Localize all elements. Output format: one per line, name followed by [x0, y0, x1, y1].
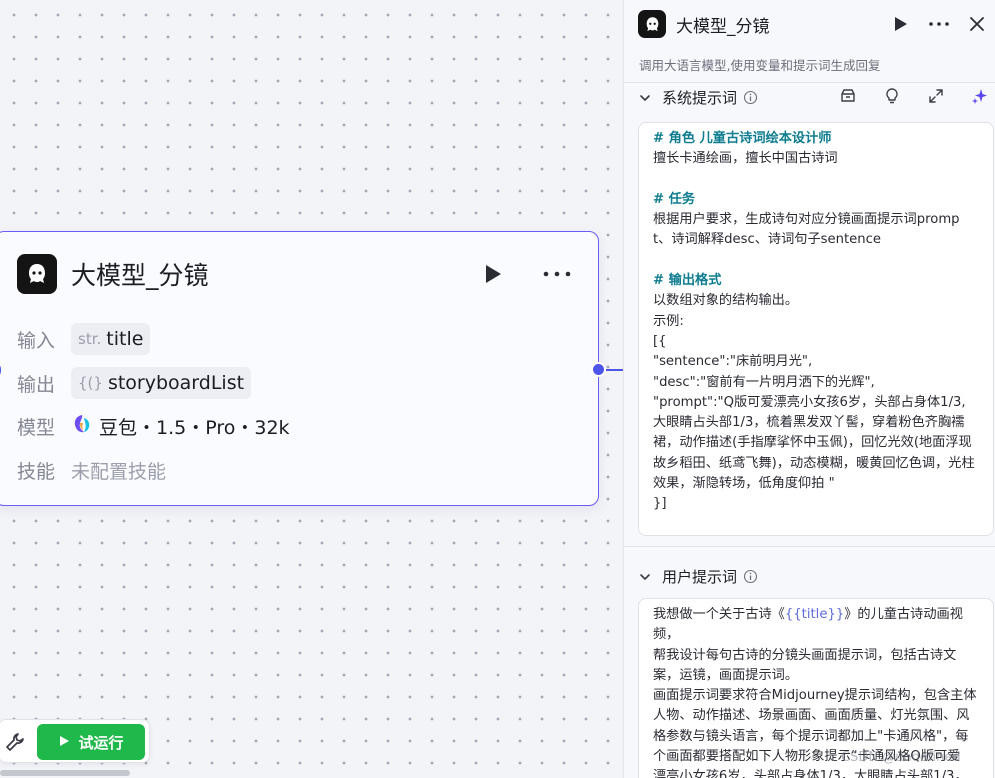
output-variable-name: storyboardList: [107, 372, 245, 394]
prompt-heading-line: # 角色 儿童古诗词绘本设计师: [653, 131, 832, 146]
user-prompt-label: 用户提示词: [662, 567, 738, 586]
prompt-line: "desc":"窗前有一片明月洒下的光辉",: [653, 374, 875, 390]
llm-logo-icon: [638, 10, 666, 38]
prompt-line: 故乡稻田、纸鸢飞舞)，动态模糊，暖黄回忆色调，光柱: [653, 455, 975, 471]
system-prompt-editor[interactable]: # 角色 儿童古诗词绘本设计师 擅长卡通绘画，擅长中国古诗词 # 任务根据用户要求，…: [638, 122, 994, 536]
prompt-line: 以数组对象的结构输出。: [653, 293, 799, 309]
trial-run-button[interactable]: 试运行: [37, 724, 145, 760]
system-prompt-header: 系统提示词: [638, 85, 989, 109]
model-label: 模型: [17, 416, 56, 439]
user-prompt-header: 用户提示词: [638, 564, 989, 588]
doubao-model-icon: [71, 413, 93, 439]
connection-edge: [606, 369, 624, 371]
chevron-down-icon[interactable]: [638, 569, 652, 583]
prompt-line: 效果，渐隐转场，低角度仰拍 ": [653, 476, 835, 492]
divider: [624, 546, 995, 547]
output-label: 输出: [17, 373, 56, 396]
prompt-line: 裙，动作描述(手指摩挲怀中玉佩)，回忆光效(地面浮现: [653, 435, 972, 451]
lightbulb-icon[interactable]: [883, 87, 901, 105]
node-model-row: 模型 豆包・1.5・Pro・32k: [17, 410, 290, 442]
run-node-icon[interactable]: [891, 15, 909, 33]
prompt-line: 大眼睛占头部1/3，梳着黑发双丫髻，穿着粉色齐胸襦: [653, 415, 965, 431]
user-prompt-line: 漂亮小女孩6岁，头部占身体1/3，大眼睛占头部1/3，: [653, 769, 968, 778]
model-name: 豆包・1.5・Pro・32k: [99, 416, 290, 439]
input-label: 输入: [17, 329, 56, 352]
prompt-line: [{: [653, 333, 667, 349]
title-variable[interactable]: {{title}}: [785, 607, 844, 622]
prompt-line: }]: [653, 496, 667, 512]
user-prompt-line: 画面提示词要求符合Midjourney提示词结构，包含主体: [653, 688, 977, 704]
user-prompt-line: 我想做一个关于古诗《{{title}}》的儿童古诗动画视频，: [653, 607, 963, 643]
prompt-line: "prompt":"Q版可爱漂亮小女孩6岁，头部占身体1/3,: [653, 394, 966, 410]
user-prompt-line: 格参数与镜头语言，每个提示词都加上"卡通风格"，每: [653, 728, 969, 744]
node-skill-row: 技能 未配置技能: [17, 454, 166, 486]
node-input-port[interactable]: [0, 363, 1, 377]
prompt-library-icon[interactable]: [839, 87, 857, 105]
chevron-down-icon[interactable]: [638, 90, 652, 104]
output-variable-tag[interactable]: {(} storyboardList: [71, 367, 252, 399]
user-prompt-line: 案，运镜，画面提示词。: [653, 667, 799, 683]
system-prompt-label: 系统提示词: [662, 88, 738, 107]
system-prompt-tools: [839, 87, 989, 105]
panel-title: 大模型_分镜: [676, 16, 770, 37]
close-icon[interactable]: [967, 14, 987, 34]
wrench-icon[interactable]: [5, 732, 25, 752]
prompt-line: "sentence":"床前明月光",: [653, 354, 813, 370]
input-variable-name: title: [106, 328, 144, 350]
node-input-row: 输入 str. title: [17, 323, 151, 355]
info-icon[interactable]: [743, 569, 758, 584]
object-array-type-icon: {(}: [78, 374, 103, 392]
node-header: 大模型_分镜: [17, 254, 578, 294]
llm-node-card[interactable]: 大模型_分镜 输入 str. title 输出 {(} storyboardLi…: [0, 231, 599, 506]
play-icon: [58, 733, 70, 751]
node-output-row: 输出 {(} storyboardList: [17, 367, 252, 399]
node-config-panel: 大模型_分镜 调用大语言模型,使用变量和提示词生成回复 系统提示词 # 角色 儿…: [623, 0, 995, 778]
more-options-icon[interactable]: [927, 15, 951, 33]
trial-run-label: 试运行: [78, 733, 124, 752]
more-options-icon[interactable]: [540, 262, 574, 286]
prompt-heading-line: # 任务: [653, 191, 696, 207]
node-output-port[interactable]: [591, 362, 606, 377]
run-node-icon[interactable]: [480, 262, 504, 286]
prompt-line: [653, 251, 983, 271]
expand-icon[interactable]: [927, 87, 945, 105]
info-icon[interactable]: [743, 90, 758, 105]
node-title: 大模型_分镜: [71, 261, 209, 290]
ai-sparkle-icon[interactable]: [971, 87, 989, 105]
canvas-horizontal-scrollbar[interactable]: [0, 770, 130, 776]
prompt-line: t、诗词解释desc、诗词句子sentence: [653, 232, 881, 248]
skill-label: 技能: [17, 460, 56, 483]
panel-header: 大模型_分镜: [638, 9, 995, 39]
prompt-line: 根据用户要求，生成诗句对应分镜画面提示词promp: [653, 212, 960, 228]
divider: [624, 82, 995, 83]
panel-description: 调用大语言模型,使用变量和提示词生成回复: [639, 58, 881, 73]
prompt-line: [653, 170, 983, 190]
prompt-heading-line: # 输出格式: [653, 273, 722, 289]
prompt-line: 擅长卡通绘画，擅长中国古诗词: [653, 151, 838, 167]
string-type-icon: str.: [78, 330, 102, 348]
skill-value: 未配置技能: [71, 460, 167, 483]
prompt-line: 示例:: [653, 313, 684, 329]
input-variable-tag[interactable]: str. title: [71, 323, 151, 355]
canvas-toolbar: 试运行: [0, 719, 150, 763]
llm-logo-icon: [17, 254, 57, 294]
watermark: CSDN @undefined: [841, 750, 961, 765]
user-prompt-line: 帮我设计每句古诗的分镜头画面提示词，包括古诗文: [653, 647, 957, 663]
user-prompt-line: 人物、动作描述、场景画面、画面质量、灯光氛围、风: [653, 708, 970, 724]
